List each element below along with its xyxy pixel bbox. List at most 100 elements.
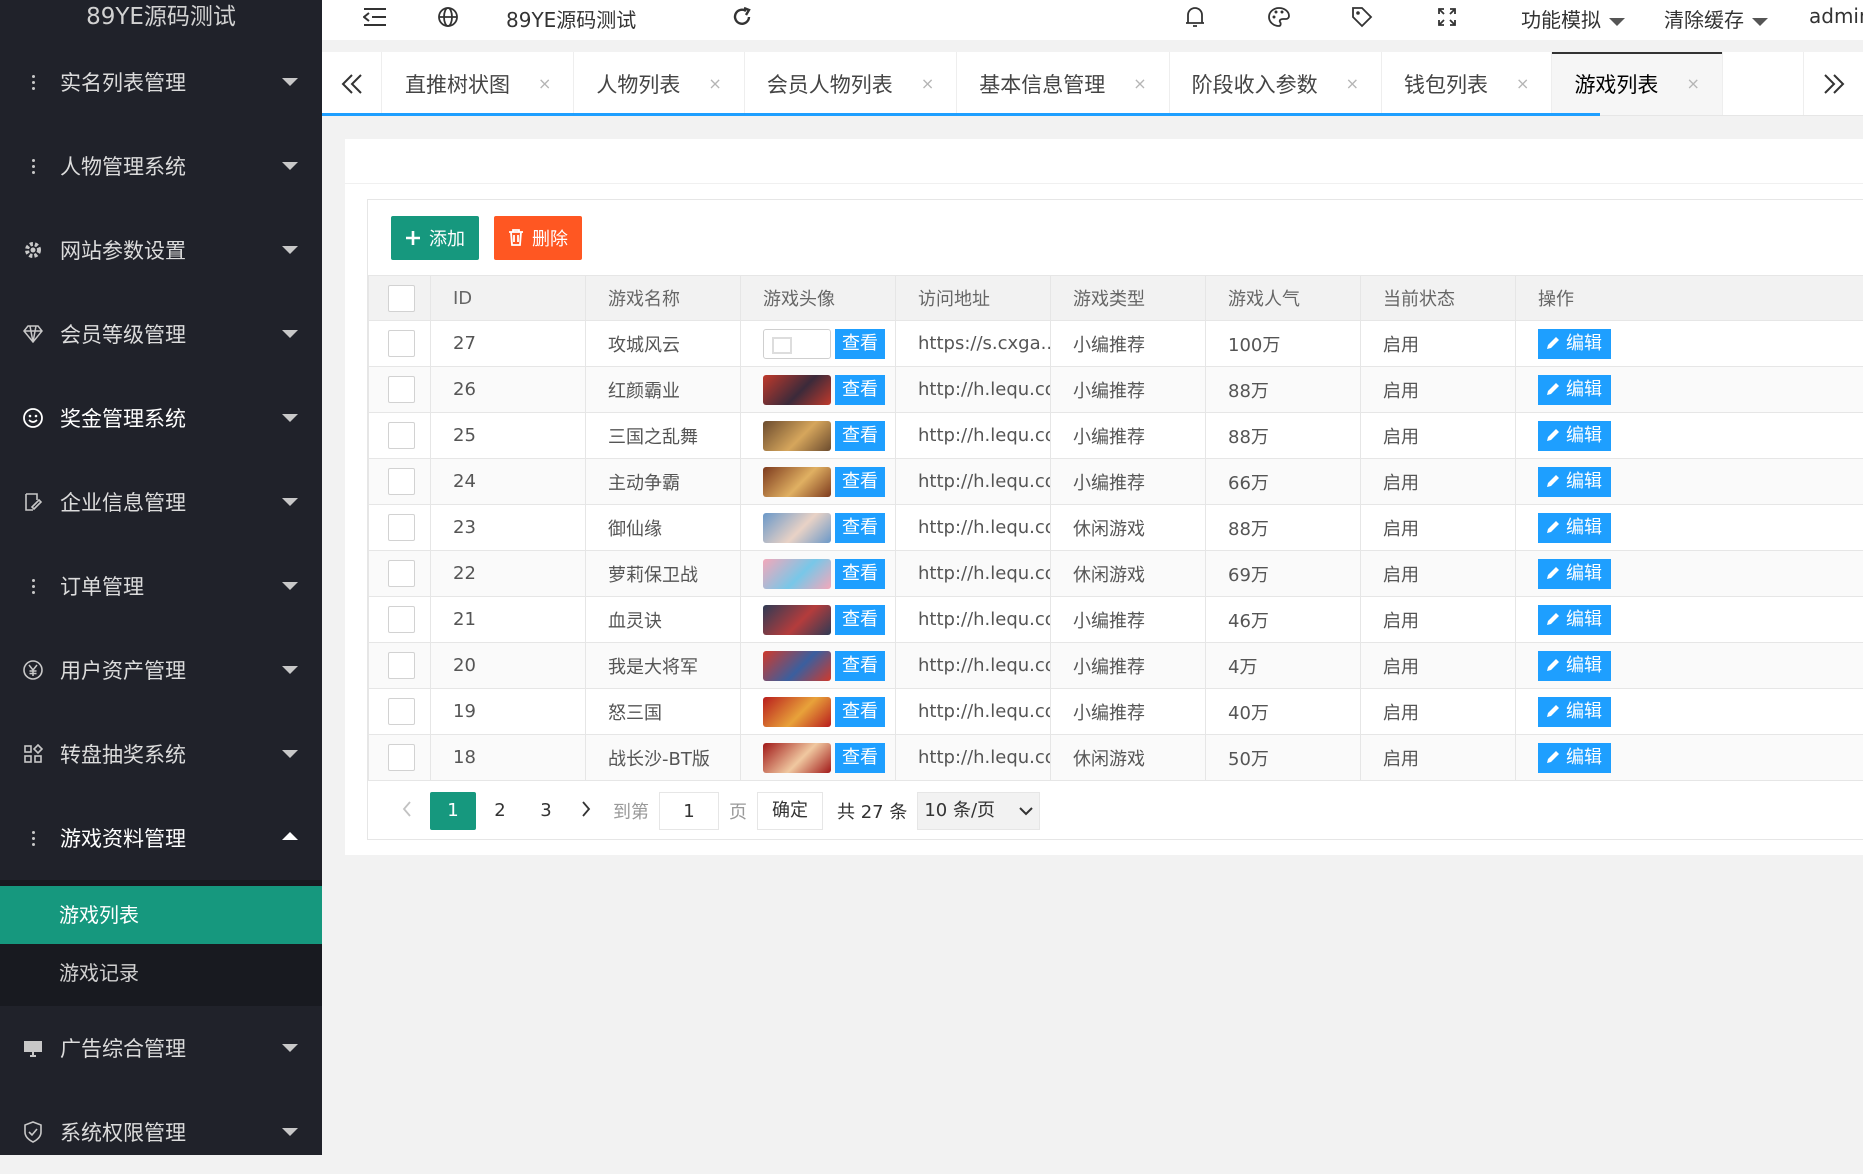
card-header	[345, 139, 1863, 184]
row-checkbox[interactable]	[388, 606, 415, 633]
tab-3[interactable]: 会员人物列表 ×	[745, 52, 957, 115]
fullscreen-icon[interactable]	[1434, 4, 1460, 30]
row-select-cell	[369, 459, 431, 505]
cell-actions: 编辑	[1516, 367, 1863, 413]
cell-name: 我是大将军	[586, 643, 741, 689]
page-1-button[interactable]: 1	[430, 792, 476, 830]
close-icon[interactable]: ×	[1516, 74, 1529, 93]
sidebar-item-9[interactable]: 转盘抽奖系统	[0, 712, 322, 796]
cell-popularity: 40万	[1206, 689, 1361, 735]
tab-5[interactable]: 阶段收入参数×	[1170, 52, 1382, 115]
close-icon[interactable]: ×	[1133, 74, 1146, 93]
close-icon[interactable]: ×	[1346, 74, 1359, 93]
close-icon[interactable]: ×	[538, 74, 551, 93]
view-avatar-button[interactable]: 查看	[835, 743, 885, 773]
prev-page-icon[interactable]	[390, 801, 424, 822]
theme-palette-icon[interactable]	[1266, 4, 1292, 30]
goto-page-input[interactable]	[659, 792, 719, 830]
edit-button[interactable]: 编辑	[1538, 467, 1611, 497]
goto-label: 到第	[613, 798, 649, 824]
row-select-cell	[369, 413, 431, 459]
sidebar-item-1[interactable]: 实名列表管理	[0, 40, 322, 124]
row-checkbox[interactable]	[388, 698, 415, 725]
menu-fold-icon[interactable]	[362, 4, 388, 30]
view-avatar-button[interactable]: 查看	[835, 697, 885, 727]
user-menu[interactable]: admin	[1809, 4, 1863, 28]
row-checkbox[interactable]	[388, 422, 415, 449]
row-checkbox[interactable]	[388, 514, 415, 541]
sidebar-subitem-2[interactable]: 游戏记录	[0, 944, 322, 1002]
row-checkbox[interactable]	[388, 468, 415, 495]
sidebar-item-3[interactable]: 网站参数设置	[0, 208, 322, 292]
pencil-icon	[1546, 520, 1560, 534]
edit-button-label: 编辑	[1566, 563, 1602, 584]
cell-id: 26	[431, 367, 586, 413]
tab-4[interactable]: 基本信息管理×	[957, 52, 1169, 115]
sidebar-item-8[interactable]: 用户资产管理	[0, 628, 322, 712]
tab-6[interactable]: 钱包列表×	[1382, 52, 1552, 115]
close-icon[interactable]: ×	[921, 74, 934, 93]
sidebar-item-2[interactable]: 人物管理系统	[0, 124, 322, 208]
edit-button[interactable]: 编辑	[1538, 651, 1611, 681]
edit-button[interactable]: 编辑	[1538, 421, 1611, 451]
page-size-select[interactable]: 10 条/页	[917, 792, 1040, 830]
refresh-icon[interactable]	[729, 4, 755, 30]
edit-button[interactable]: 编辑	[1538, 697, 1611, 727]
table-row: 23御仙缘查看http://h.lequ.co...休闲游戏88万启用编辑	[369, 505, 1863, 551]
sidebar-item-7[interactable]: 订单管理	[0, 544, 322, 628]
sidebar-item-12[interactable]: 系统权限管理	[0, 1090, 322, 1174]
sidebar-item-4[interactable]: 会员等级管理	[0, 292, 322, 376]
cell-type: 休闲游戏	[1051, 551, 1206, 597]
tab-label: 会员人物列表	[767, 69, 893, 99]
row-checkbox[interactable]	[388, 744, 415, 771]
view-avatar-button[interactable]: 查看	[835, 329, 885, 359]
view-avatar-button[interactable]: 查看	[835, 513, 885, 543]
table-row: 25三国之乱舞查看http://h.lequ.co...小编推荐88万启用编辑	[369, 413, 1863, 459]
view-avatar-button[interactable]: 查看	[835, 421, 885, 451]
row-checkbox[interactable]	[388, 652, 415, 679]
next-page-icon[interactable]	[569, 801, 603, 822]
tab-1[interactable]: 直推树状图×	[383, 52, 574, 115]
table-header-row: ID 游戏名称 游戏头像 访问地址 游戏类型 游戏人气 当前状态 操作	[369, 276, 1863, 321]
delete-button[interactable]: 删除	[494, 216, 582, 260]
edit-button[interactable]: 编辑	[1538, 513, 1611, 543]
sidebar-subitem-1[interactable]: 游戏列表	[0, 886, 322, 944]
sidebar-item-11[interactable]: 广告综合管理	[0, 1006, 322, 1090]
view-avatar-button[interactable]: 查看	[835, 651, 885, 681]
header-site-name[interactable]: 89YE源码测试	[506, 4, 636, 33]
close-icon[interactable]: ×	[1686, 74, 1699, 93]
tag-icon[interactable]	[1349, 4, 1375, 30]
sidebar-item-5[interactable]: 奖金管理系统	[0, 376, 322, 460]
add-button[interactable]: 添加	[391, 216, 479, 260]
row-checkbox[interactable]	[388, 376, 415, 403]
row-checkbox[interactable]	[388, 330, 415, 357]
sidebar-item-6[interactable]: 企业信息管理	[0, 460, 322, 544]
edit-button[interactable]: 编辑	[1538, 375, 1611, 405]
view-avatar-button[interactable]: 查看	[835, 559, 885, 589]
cell-popularity: 46万	[1206, 597, 1361, 643]
tabs-scroll-left-icon[interactable]	[322, 52, 382, 115]
tab-7[interactable]: 游戏列表×	[1552, 52, 1722, 115]
view-avatar-button[interactable]: 查看	[835, 467, 885, 497]
view-avatar-button[interactable]: 查看	[835, 605, 885, 635]
tabs-scroll-right-icon[interactable]	[1803, 52, 1863, 115]
select-all-checkbox[interactable]	[388, 285, 415, 312]
row-checkbox[interactable]	[388, 560, 415, 587]
globe-icon[interactable]	[435, 4, 461, 30]
edit-button[interactable]: 编辑	[1538, 605, 1611, 635]
bell-icon[interactable]	[1182, 4, 1208, 30]
func-sim-dropdown[interactable]: 功能模拟	[1521, 4, 1625, 33]
edit-button[interactable]: 编辑	[1538, 329, 1611, 359]
tab-2[interactable]: 人物列表×	[574, 52, 744, 115]
clear-cache-dropdown[interactable]: 清除缓存	[1664, 4, 1768, 33]
close-icon[interactable]: ×	[708, 74, 721, 93]
view-avatar-button[interactable]: 查看	[835, 375, 885, 405]
goto-confirm-button[interactable]: 确定	[757, 792, 823, 830]
edit-button[interactable]: 编辑	[1538, 559, 1611, 589]
page-3-button[interactable]: 3	[523, 792, 569, 830]
page-2-button[interactable]: 2	[477, 792, 523, 830]
sidebar-item-10[interactable]: 游戏资料管理	[0, 796, 322, 880]
cell-id: 25	[431, 413, 586, 459]
edit-button[interactable]: 编辑	[1538, 743, 1611, 773]
cell-popularity: 88万	[1206, 505, 1361, 551]
